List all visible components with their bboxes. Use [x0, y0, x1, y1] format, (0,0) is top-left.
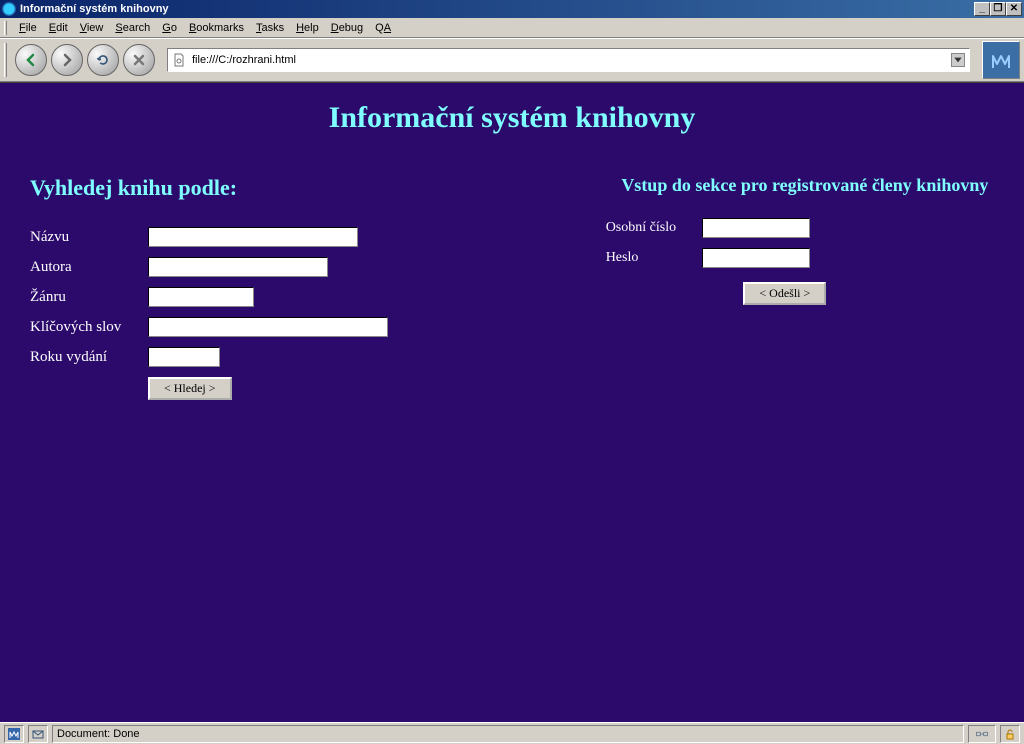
status-online-icon[interactable] — [968, 725, 996, 743]
address-input[interactable] — [190, 53, 951, 67]
menu-go[interactable]: Go — [156, 20, 183, 36]
status-app-icon[interactable] — [4, 725, 24, 743]
label-year: Roku vydání — [30, 349, 148, 366]
back-arrow-icon — [23, 52, 39, 68]
window-title: Informační systém knihovny — [20, 3, 974, 15]
menu-help[interactable]: Help — [290, 20, 325, 36]
menu-search[interactable]: Search — [109, 20, 156, 36]
menu-edit[interactable]: Edit — [43, 20, 74, 36]
window-titlebar: Informační systém knihovny _ ❐ ✕ — [0, 0, 1024, 18]
login-heading: Vstup do sekce pro registrované členy kn… — [606, 175, 1004, 196]
input-year[interactable] — [148, 347, 220, 367]
toolbar-grip[interactable] — [4, 43, 7, 77]
label-password: Heslo — [606, 250, 702, 266]
page-title: Informační systém knihovny — [0, 83, 1024, 145]
minimize-button[interactable]: _ — [974, 2, 990, 16]
address-dropdown-button[interactable] — [951, 53, 965, 67]
input-personal-id[interactable] — [702, 218, 810, 238]
forward-button[interactable] — [51, 44, 83, 76]
menu-bookmarks[interactable]: Bookmarks — [183, 20, 250, 36]
menu-debug[interactable]: Debug — [325, 20, 369, 36]
search-submit-button[interactable]: < Hledej > — [148, 377, 232, 400]
login-submit-button[interactable]: < Odešli > — [743, 282, 826, 305]
menu-tasks[interactable]: Tasks — [250, 20, 290, 36]
stop-icon — [131, 52, 147, 68]
reload-icon — [95, 52, 111, 68]
menu-file[interactable]: File — [13, 20, 43, 36]
login-section: Vstup do sekce pro registrované členy kn… — [566, 175, 1004, 400]
menu-qa[interactable]: QA — [369, 20, 397, 36]
connection-icon — [976, 728, 988, 740]
mail-icon — [32, 728, 44, 740]
navigation-toolbar — [0, 38, 1024, 82]
address-bar[interactable] — [167, 48, 970, 72]
reload-button[interactable] — [87, 44, 119, 76]
input-keywords[interactable] — [148, 317, 388, 337]
label-keywords: Klíčových slov — [30, 319, 148, 336]
close-button[interactable]: ✕ — [1006, 2, 1022, 16]
search-section: Vyhledej knihu podle: Názvu Autora Žánru… — [30, 175, 566, 400]
label-genre: Žánru — [30, 289, 148, 306]
mozilla-small-icon — [8, 728, 20, 740]
page-content: Informační systém knihovny Vyhledej knih… — [0, 82, 1024, 722]
status-text: Document: Done — [52, 725, 964, 743]
input-genre[interactable] — [148, 287, 254, 307]
status-mail-icon[interactable] — [28, 725, 48, 743]
mozilla-icon — [989, 48, 1013, 72]
back-button[interactable] — [15, 44, 47, 76]
input-name[interactable] — [148, 227, 358, 247]
app-icon — [2, 2, 16, 16]
status-bar: Document: Done — [0, 722, 1024, 744]
input-password[interactable] — [702, 248, 810, 268]
search-heading: Vyhledej knihu podle: — [30, 175, 566, 201]
menu-bar: File Edit View Search Go Bookmarks Tasks… — [0, 18, 1024, 38]
browser-throbber[interactable] — [982, 41, 1020, 79]
input-author[interactable] — [148, 257, 328, 277]
forward-arrow-icon — [59, 52, 75, 68]
label-author: Autora — [30, 259, 148, 276]
maximize-button[interactable]: ❐ — [990, 2, 1006, 16]
bookmark-page-icon — [172, 53, 186, 67]
chevron-down-icon — [952, 54, 964, 66]
stop-button[interactable] — [123, 44, 155, 76]
label-personal-id: Osobní číslo — [606, 220, 702, 236]
label-name: Názvu — [30, 229, 148, 246]
status-security-icon[interactable] — [1000, 725, 1020, 743]
lock-open-icon — [1004, 728, 1016, 740]
menu-view[interactable]: View — [74, 20, 110, 36]
menu-grip[interactable] — [4, 21, 7, 35]
